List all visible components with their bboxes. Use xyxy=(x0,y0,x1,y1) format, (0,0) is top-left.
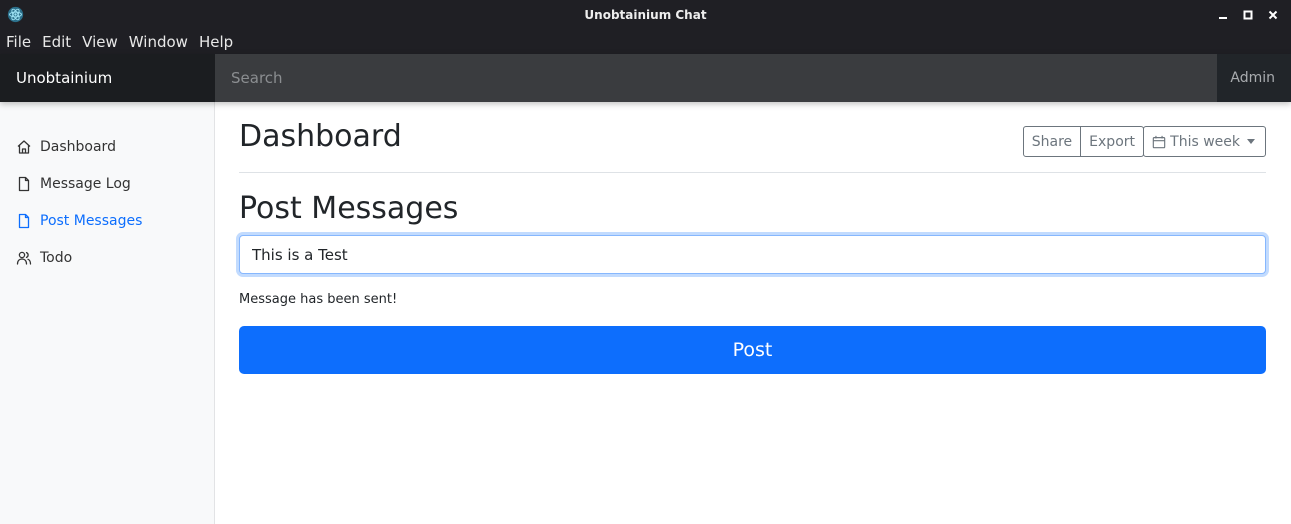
file-icon xyxy=(18,213,30,228)
sidebar-item-label: Message Log xyxy=(40,175,131,192)
minimize-icon xyxy=(1218,17,1227,19)
export-button[interactable]: Export xyxy=(1081,126,1144,157)
menu-view[interactable]: View xyxy=(82,33,118,51)
main-content: Dashboard Share Export This week Post Me… xyxy=(239,102,1266,374)
minimize-button[interactable] xyxy=(1210,5,1235,25)
sidebar-item-post-messages[interactable]: Post Messages xyxy=(0,202,214,239)
admin-link[interactable]: Admin xyxy=(1217,54,1291,102)
chevron-down-icon xyxy=(1247,139,1255,144)
close-icon xyxy=(1268,10,1277,20)
maximize-button[interactable] xyxy=(1235,5,1260,25)
window-controls xyxy=(1210,5,1285,25)
menu-help[interactable]: Help xyxy=(199,33,233,51)
search-input[interactable] xyxy=(215,54,1217,102)
users-icon xyxy=(16,251,32,265)
period-dropdown-button[interactable]: This week xyxy=(1143,126,1266,157)
page-title: Dashboard xyxy=(239,119,402,154)
home-icon xyxy=(17,139,31,154)
section-title: Post Messages xyxy=(239,191,459,226)
close-button[interactable] xyxy=(1260,5,1285,25)
page-header: Dashboard Share Export This week xyxy=(239,102,1266,173)
maximize-icon xyxy=(1243,10,1252,20)
share-button[interactable]: Share xyxy=(1022,126,1082,157)
menu-bar: File Edit View Window Help xyxy=(0,29,1291,54)
sidebar-item-label: Todo xyxy=(40,249,73,266)
sidebar-item-message-log[interactable]: Message Log xyxy=(0,165,214,202)
electron-atom-icon xyxy=(7,6,24,23)
file-icon xyxy=(18,176,30,191)
sidebar-item-dashboard[interactable]: Dashboard xyxy=(0,128,214,165)
status-message: Message has been sent! xyxy=(239,292,398,307)
top-navbar: Unobtainium Admin xyxy=(0,54,1291,102)
sidebar-item-label: Post Messages xyxy=(40,212,143,229)
period-label: This week xyxy=(1170,133,1240,150)
window-titlebar: Unobtainium Chat xyxy=(0,0,1291,29)
menu-window[interactable]: Window xyxy=(129,33,188,51)
sidebar-item-todo[interactable]: Todo xyxy=(0,239,214,276)
sidebar: Dashboard Message Log Post Messages Todo xyxy=(0,102,215,524)
sidebar-item-label: Dashboard xyxy=(40,138,116,155)
brand-link[interactable]: Unobtainium xyxy=(0,54,215,102)
menu-file[interactable]: File xyxy=(6,33,31,51)
post-button[interactable]: Post xyxy=(239,326,1266,374)
message-input[interactable] xyxy=(239,235,1266,274)
share-export-group: Share Export xyxy=(1022,126,1144,157)
window-title: Unobtainium Chat xyxy=(584,7,707,22)
menu-edit[interactable]: Edit xyxy=(42,33,71,51)
calendar-icon xyxy=(1152,135,1166,148)
